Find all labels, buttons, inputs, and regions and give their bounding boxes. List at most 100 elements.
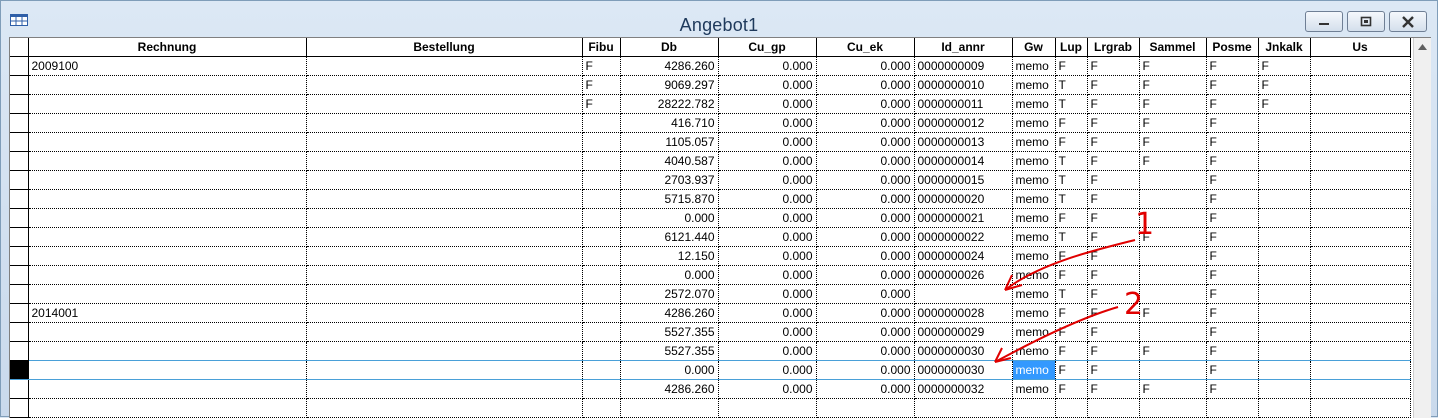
cell-gw[interactable]: memo — [1012, 341, 1056, 361]
row-selector[interactable] — [10, 132, 29, 152]
cell-jnkalk[interactable] — [1258, 208, 1311, 228]
row-selector[interactable] — [10, 360, 29, 380]
cell-gw[interactable]: memo — [1012, 284, 1056, 304]
cell-cu-ek[interactable]: 0.000 — [816, 303, 915, 323]
table-row[interactable]: 12.150 0.000 0.000 0000000024 memo F F F — [10, 246, 1411, 266]
cell-bestellung[interactable] — [306, 94, 583, 114]
cell-jnkalk[interactable] — [1258, 398, 1311, 418]
cell-cu-gp[interactable]: 0.000 — [718, 56, 817, 76]
cell-fibu[interactable] — [582, 379, 621, 399]
cell-sammel[interactable]: F — [1139, 56, 1207, 76]
cell-fibu[interactable] — [582, 227, 621, 247]
cell-cu-gp[interactable] — [718, 398, 817, 418]
row-selector[interactable] — [10, 151, 29, 171]
cell-rechnung[interactable] — [28, 151, 307, 171]
row-selector[interactable] — [10, 284, 29, 304]
cell-bestellung[interactable] — [306, 56, 583, 76]
cell-cu-gp[interactable]: 0.000 — [718, 75, 817, 95]
cell-lup[interactable]: F — [1055, 265, 1088, 285]
cell-us[interactable] — [1310, 189, 1411, 209]
cell-lup[interactable]: F — [1055, 246, 1088, 266]
cell-bestellung[interactable] — [306, 265, 583, 285]
cell-lrgrab[interactable]: F — [1087, 132, 1140, 152]
cell-gw[interactable]: memo — [1012, 189, 1056, 209]
table-row[interactable]: F 28222.782 0.000 0.000 0000000011 memo T F F F F — [10, 94, 1411, 114]
cell-bestellung[interactable] — [306, 75, 583, 95]
cell-rechnung[interactable] — [28, 189, 307, 209]
cell-us[interactable] — [1310, 284, 1411, 304]
cell-lrgrab[interactable]: F — [1087, 265, 1140, 285]
cell-fibu[interactable] — [582, 360, 621, 380]
column-header-rechnung[interactable]: Rechnung — [28, 38, 307, 57]
cell-lrgrab[interactable]: F — [1087, 189, 1140, 209]
cell-lup[interactable]: F — [1055, 303, 1088, 323]
cell-rechnung[interactable] — [28, 284, 307, 304]
table-row[interactable]: 0.000 0.000 0.000 0000000021 memo F F F — [10, 208, 1411, 228]
cell-us[interactable] — [1310, 322, 1411, 342]
cell-lrgrab[interactable]: F — [1087, 56, 1140, 76]
row-selector[interactable] — [10, 170, 29, 190]
cell-fibu[interactable] — [582, 322, 621, 342]
cell-lrgrab[interactable]: F — [1087, 341, 1140, 361]
row-selector[interactable] — [10, 379, 29, 399]
cell-lrgrab[interactable] — [1087, 398, 1140, 418]
table-row[interactable]: 5527.355 0.000 0.000 0000000030 memo F F F F — [10, 341, 1411, 361]
cell-id-annr[interactable]: 0000000028 — [914, 303, 1013, 323]
table-row[interactable]: F 9069.297 0.000 0.000 0000000010 memo T F F F F — [10, 75, 1411, 95]
cell-db[interactable]: 0.000 — [620, 360, 719, 380]
cell-gw[interactable]: memo — [1012, 265, 1056, 285]
row-selector[interactable] — [10, 246, 29, 266]
cell-jnkalk[interactable] — [1258, 284, 1311, 304]
cell-posme[interactable]: F — [1206, 113, 1259, 133]
row-selector[interactable] — [10, 227, 29, 247]
minimize-button[interactable] — [1305, 11, 1343, 32]
cell-bestellung[interactable] — [306, 284, 583, 304]
cell-posme[interactable]: F — [1206, 246, 1259, 266]
cell-gw[interactable]: memo — [1012, 170, 1056, 190]
cell-jnkalk[interactable] — [1258, 170, 1311, 190]
table-row[interactable]: 2014001 4286.260 0.000 0.000 0000000028 memo F… — [10, 303, 1411, 323]
cell-sammel[interactable]: F — [1139, 227, 1207, 247]
cell-sammel[interactable]: F — [1139, 75, 1207, 95]
cell-rechnung[interactable] — [28, 113, 307, 133]
cell-bestellung[interactable] — [306, 360, 583, 380]
cell-lrgrab[interactable]: F — [1087, 208, 1140, 228]
column-header-db[interactable]: Db — [620, 38, 719, 57]
cell-cu-gp[interactable]: 0.000 — [718, 303, 817, 323]
cell-gw[interactable]: memo — [1012, 132, 1056, 152]
row-selector[interactable] — [10, 208, 29, 228]
cell-us[interactable] — [1310, 56, 1411, 76]
cell-rechnung[interactable] — [28, 246, 307, 266]
cell-db[interactable]: 1105.057 — [620, 132, 719, 152]
cell-cu-gp[interactable]: 0.000 — [718, 265, 817, 285]
row-selector[interactable] — [10, 75, 29, 95]
cell-id-annr[interactable]: 0000000010 — [914, 75, 1013, 95]
cell-rechnung[interactable] — [28, 322, 307, 342]
cell-posme[interactable]: F — [1206, 208, 1259, 228]
cell-db[interactable]: 5527.355 — [620, 322, 719, 342]
column-header-sammel[interactable]: Sammel — [1139, 38, 1207, 57]
cell-lup[interactable]: T — [1055, 227, 1088, 247]
cell-gw[interactable]: memo — [1012, 303, 1056, 323]
cell-lup[interactable]: T — [1055, 189, 1088, 209]
cell-fibu[interactable] — [582, 170, 621, 190]
cell-lup[interactable]: T — [1055, 284, 1088, 304]
cell-sammel[interactable] — [1139, 265, 1207, 285]
cell-us[interactable] — [1310, 246, 1411, 266]
cell-lup[interactable]: F — [1055, 379, 1088, 399]
cell-fibu[interactable] — [582, 398, 621, 418]
cell-sammel[interactable]: F — [1139, 132, 1207, 152]
cell-fibu[interactable]: F — [582, 94, 621, 114]
cell-cu-ek[interactable]: 0.000 — [816, 94, 915, 114]
cell-us[interactable] — [1310, 379, 1411, 399]
cell-cu-ek[interactable]: 0.000 — [816, 113, 915, 133]
cell-us[interactable] — [1310, 151, 1411, 171]
cell-lrgrab[interactable]: F — [1087, 303, 1140, 323]
cell-db[interactable]: 4286.260 — [620, 56, 719, 76]
cell-us[interactable] — [1310, 227, 1411, 247]
cell-fibu[interactable] — [582, 341, 621, 361]
cell-db[interactable]: 5715.870 — [620, 189, 719, 209]
cell-cu-gp[interactable]: 0.000 — [718, 246, 817, 266]
cell-jnkalk[interactable] — [1258, 227, 1311, 247]
cell-us[interactable] — [1310, 113, 1411, 133]
